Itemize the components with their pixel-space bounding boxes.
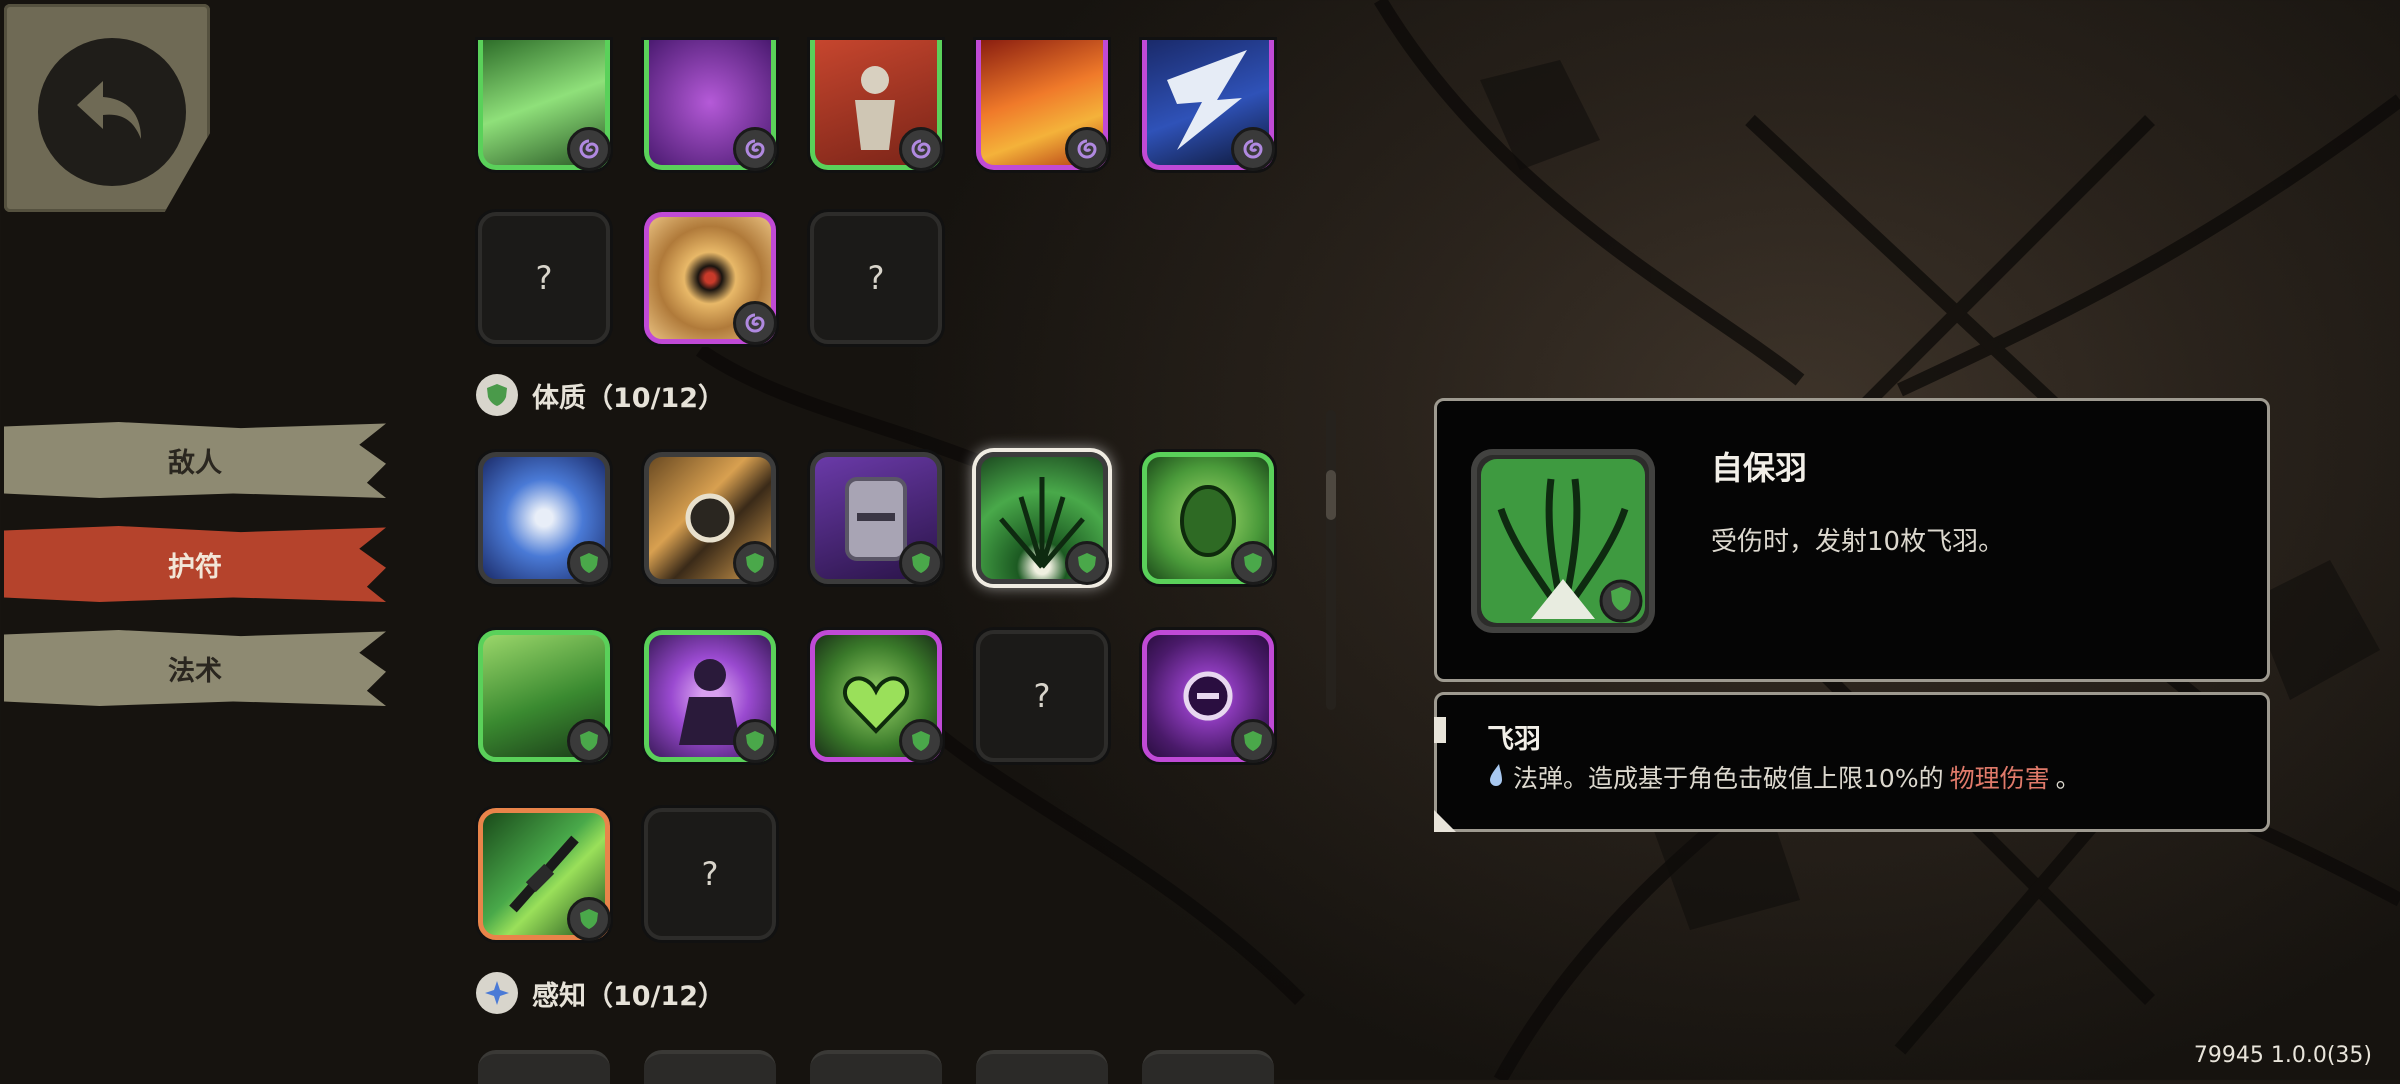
charm-icon-green-heart[interactable] (810, 630, 943, 763)
charm-icon-feather-fan-selected[interactable] (976, 452, 1109, 585)
charm-icon-armored-arm[interactable] (644, 452, 777, 585)
spiral-badge-icon (733, 301, 777, 345)
tab-charm[interactable]: 护符 (4, 526, 386, 602)
shield-badge-icon (567, 719, 611, 763)
charm-icon-partial[interactable] (810, 1050, 942, 1084)
charm-icon-tower-shield[interactable] (810, 452, 943, 585)
version-label: 79945 1.0.0(35) (2193, 1043, 2372, 1068)
projectile-description: 法弹。造成基于角色击破值上限10%的 物理伤害。 (1487, 759, 2081, 795)
sparkle-icon (476, 972, 518, 1014)
charm-icon-locked[interactable]: ? (810, 212, 942, 344)
charm-icon-green-swirl[interactable] (478, 630, 611, 763)
section-title-label: 感知（10/12） (532, 980, 726, 1012)
shield-badge-icon (1065, 541, 1109, 585)
section-header-perception: 感知（10/12） (476, 970, 725, 1016)
charm-icon-purple-swirl[interactable] (644, 40, 777, 171)
charm-icon-purple-eye-orb[interactable] (1142, 630, 1275, 763)
back-arrow-icon (38, 38, 186, 186)
charm-icon-locked[interactable]: ? (478, 212, 610, 344)
scrollbar-thumb[interactable] (1326, 470, 1336, 520)
physical-damage-highlight: 物理伤害 (1949, 764, 2050, 793)
charm-icon-partial[interactable] (976, 1050, 1108, 1084)
charm-icon-partial[interactable] (478, 1050, 610, 1084)
charm-icon-sword-green[interactable] (478, 808, 611, 941)
spiral-badge-icon (899, 127, 943, 171)
spiral-badge-icon (1231, 127, 1275, 171)
shield-icon (476, 374, 518, 416)
charm-name: 自保羽 (1711, 449, 1808, 487)
spiral-badge-icon (733, 127, 777, 171)
charm-icon-locked[interactable]: ? (976, 630, 1108, 762)
charm-icon-green-beetle[interactable] (1142, 452, 1275, 585)
shield-badge-icon (899, 541, 943, 585)
droplet-icon (1487, 762, 1507, 792)
spiral-badge-icon (1065, 127, 1109, 171)
projectile-desc-suffix: 。 (2055, 764, 2081, 793)
charm-icon-skeleton-warrior[interactable] (810, 40, 943, 171)
charm-icon-lightning-figure[interactable] (478, 452, 611, 585)
scrollbar-track[interactable] (1326, 410, 1336, 710)
section-title-label: 体质（10/12） (532, 382, 726, 414)
shield-badge-icon (899, 719, 943, 763)
spiral-badge-icon (567, 127, 611, 171)
tab-enemy[interactable]: 敌人 (4, 422, 386, 498)
panel-notch (1434, 717, 1446, 743)
charm-icon-fire-streaks[interactable] (976, 40, 1109, 171)
charm-icon-green-leaves[interactable] (478, 40, 611, 171)
charm-icon-partial[interactable] (1142, 1050, 1274, 1084)
charm-detail-panel: 自保羽 受伤时，发射10枚飞羽。 (1434, 398, 2270, 682)
shield-badge-icon (1231, 719, 1275, 763)
panel-corner (1434, 810, 1456, 832)
shield-badge-icon (733, 541, 777, 585)
back-button[interactable] (4, 4, 210, 212)
projectile-name: 飞羽 (1487, 724, 1541, 755)
section-header-constitution: 体质（10/12） (476, 372, 725, 418)
charm-icon-dark-figure[interactable] (644, 630, 777, 763)
charm-icon-golden-burst[interactable] (644, 212, 777, 345)
tab-spell[interactable]: 法术 (4, 630, 386, 706)
shield-badge-icon (567, 541, 611, 585)
charm-icon-locked[interactable]: ? (644, 808, 776, 940)
charm-icon-lightning-slash[interactable] (1142, 40, 1275, 171)
feather-fan-icon (1471, 449, 1655, 633)
charm-icon-partial[interactable] (644, 1050, 776, 1084)
projectile-desc-prefix: 法弹。造成基于角色击破值上限10%的 (1513, 764, 1944, 793)
shield-badge-icon (733, 719, 777, 763)
shield-badge-icon (1231, 541, 1275, 585)
shield-badge-icon (567, 897, 611, 941)
charm-description: 受伤时，发射10枚飞羽。 (1711, 527, 2005, 557)
projectile-detail-panel: 飞羽 法弹。造成基于角色击破值上限10%的 物理伤害。 (1434, 692, 2270, 832)
